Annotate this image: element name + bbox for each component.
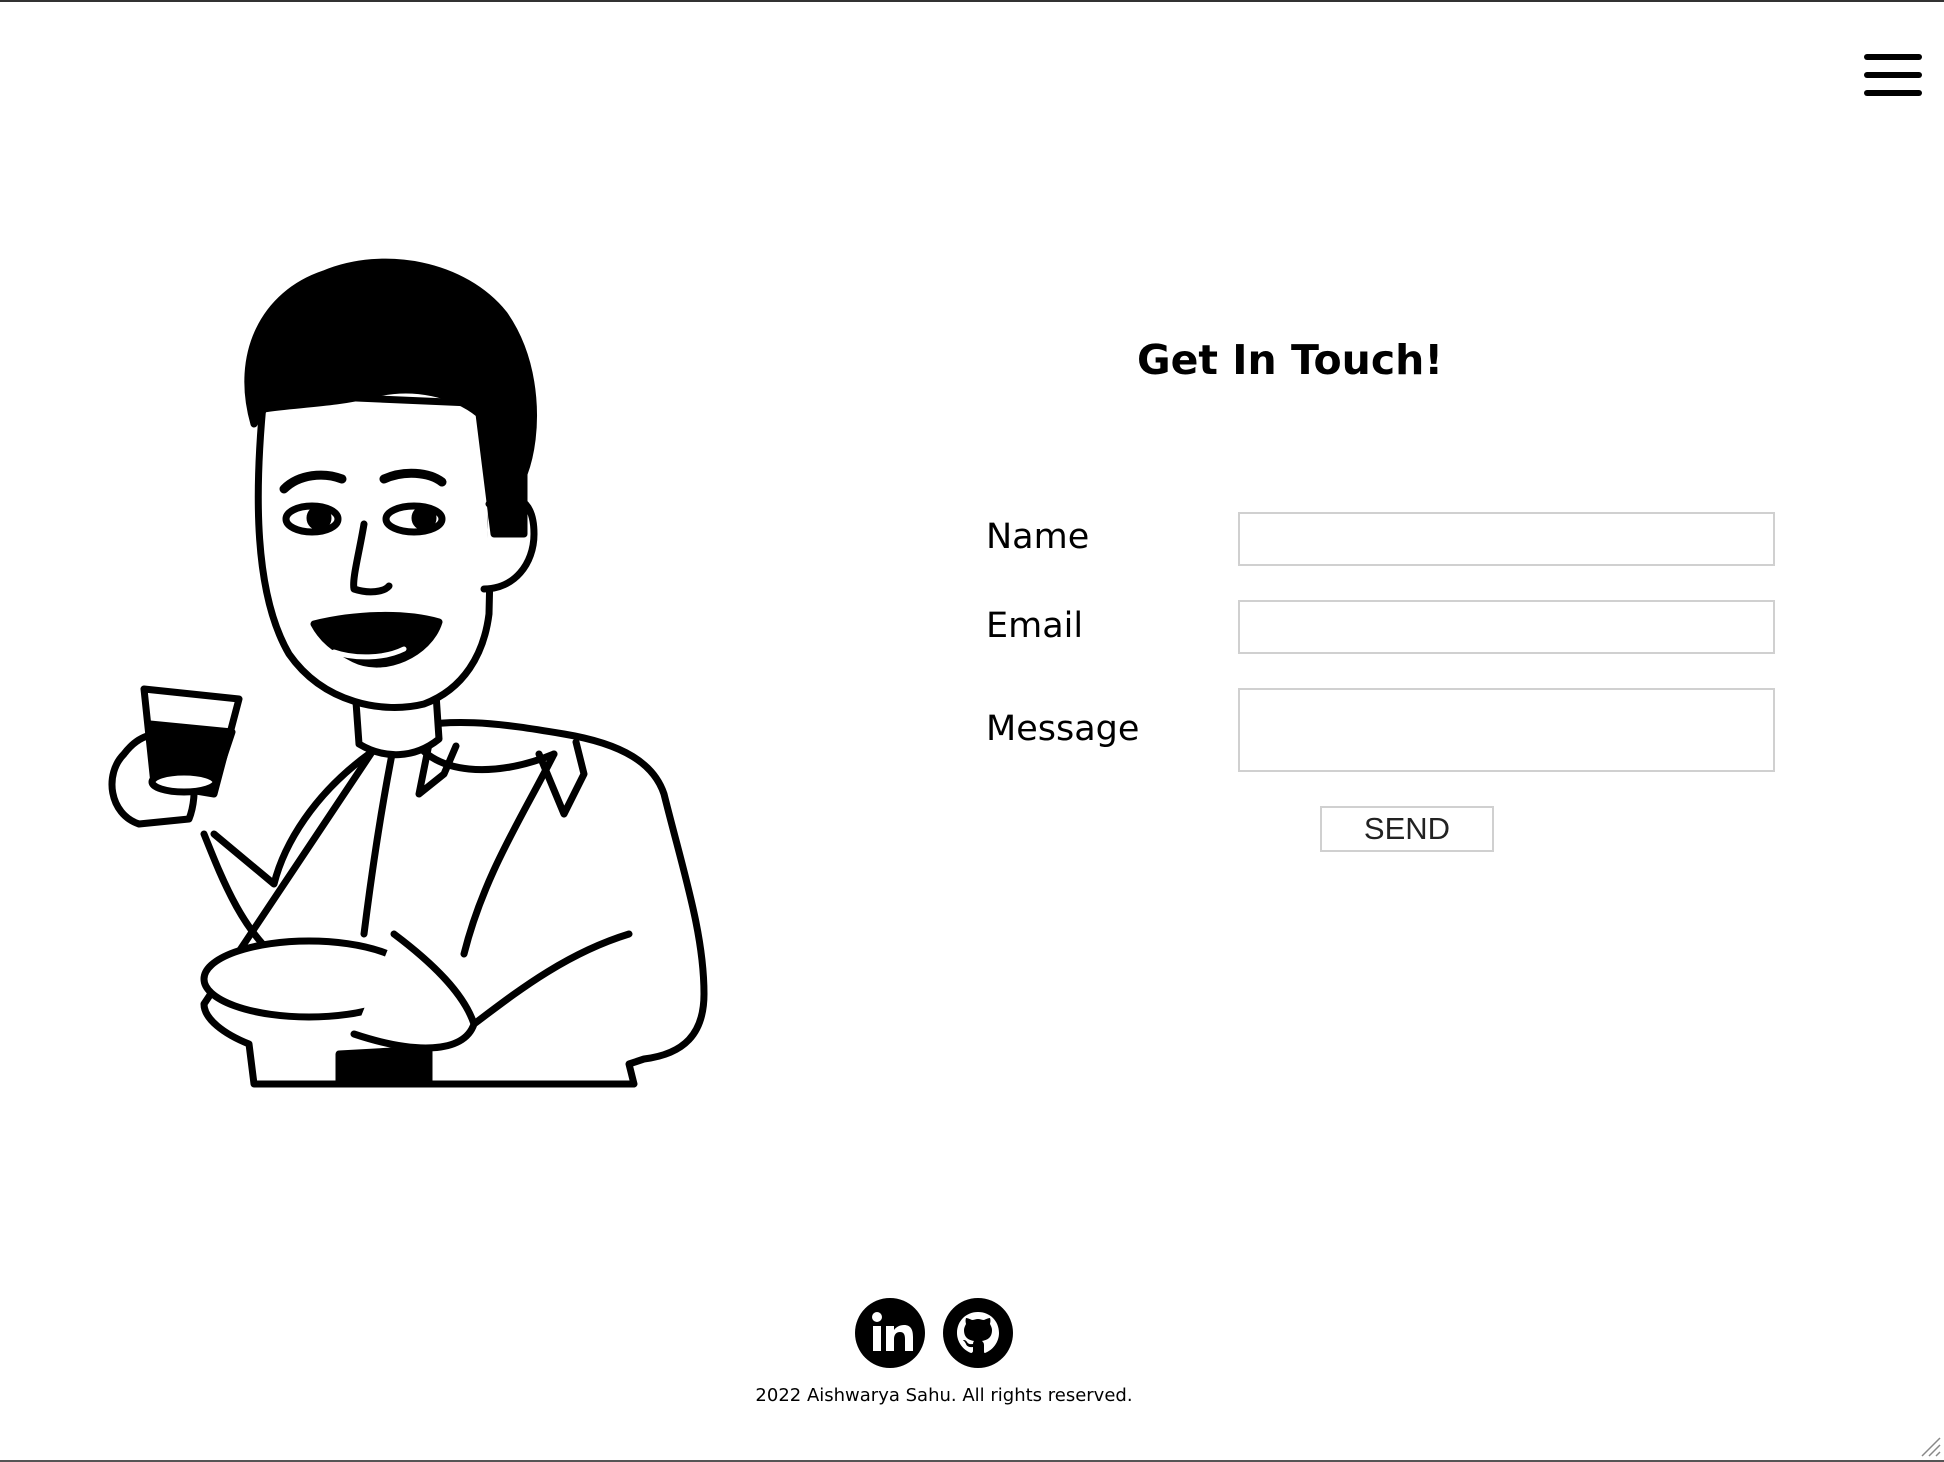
contact-page: Get In Touch! Name Email Message SEND 20… [0, 0, 1944, 1462]
email-input[interactable] [1238, 600, 1775, 654]
email-label: Email [986, 606, 1084, 646]
message-label: Message [986, 709, 1140, 749]
resize-grip-icon[interactable] [1916, 1432, 1942, 1458]
message-textarea[interactable] [1238, 688, 1775, 772]
hamburger-menu-icon[interactable] [1864, 54, 1922, 96]
avatar-illustration [108, 258, 708, 1088]
name-label: Name [986, 517, 1090, 557]
name-input[interactable] [1238, 512, 1775, 566]
page-title: Get In Touch! [1136, 336, 1444, 384]
send-button[interactable]: SEND [1320, 806, 1494, 852]
github-icon[interactable] [943, 1298, 1013, 1368]
copyright-text: 2022 Aishwarya Sahu. All rights reserved… [755, 1385, 1133, 1406]
social-links [855, 1298, 1013, 1368]
linkedin-icon[interactable] [855, 1298, 925, 1368]
